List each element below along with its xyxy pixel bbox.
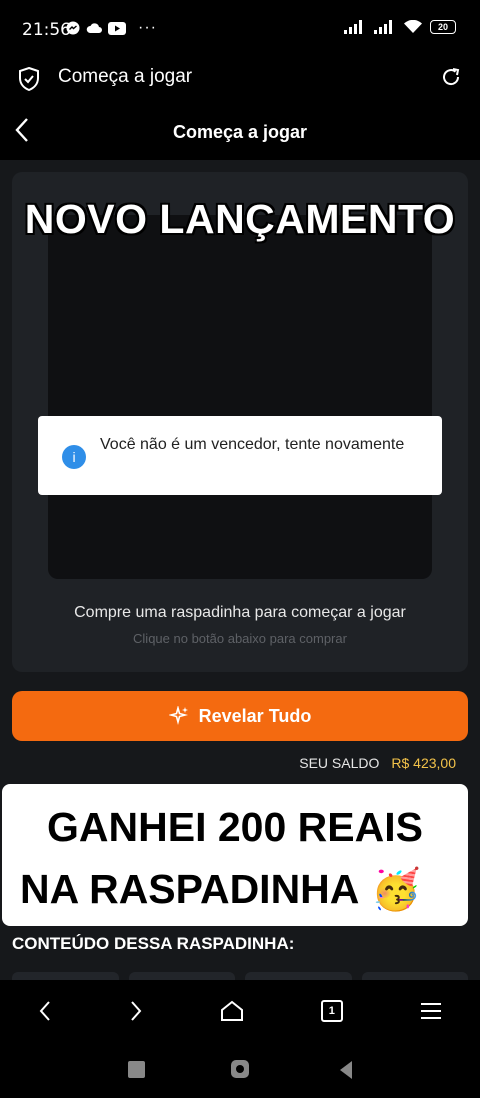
- prize-thumbnails: [12, 972, 468, 980]
- youtube-icon: [108, 21, 126, 35]
- party-face-emoji: 🥳: [371, 868, 422, 912]
- balance-value: R$ 423,00: [391, 755, 456, 771]
- toast-message: Você não é um vencedor, tente novamente: [100, 436, 405, 453]
- signal-icon-2: [374, 20, 392, 34]
- prize-thumbnail[interactable]: [128, 972, 235, 980]
- reload-icon[interactable]: [440, 66, 462, 88]
- browser-bar: Começa a jogar: [0, 58, 480, 100]
- toast-notification: i Você não é um vencedor, tente novament…: [38, 416, 442, 495]
- wifi-icon: [404, 20, 422, 33]
- page-header: Começa a jogar: [0, 104, 480, 160]
- page-title: Começa a jogar: [172, 122, 308, 142]
- banner-line-2-wrap: NA RASPADINHA 🥳: [20, 866, 421, 913]
- reveal-all-label: Revelar Tudo: [198, 705, 312, 726]
- browser-title[interactable]: Começa a jogar: [58, 66, 192, 88]
- system-icons: 20: [344, 20, 456, 34]
- home-system-icon[interactable]: [231, 1060, 249, 1078]
- forward-nav-icon[interactable]: [129, 999, 143, 1023]
- recents-icon[interactable]: [128, 1061, 145, 1078]
- back-system-icon[interactable]: [338, 1060, 354, 1080]
- sparkle-icon: [168, 706, 188, 726]
- home-icon[interactable]: [220, 1000, 244, 1022]
- banner-line-1: GANHEI 200 REAIS: [47, 804, 423, 850]
- menu-icon[interactable]: [420, 1002, 442, 1020]
- signal-icon: [344, 20, 362, 34]
- cloud-icon: [86, 23, 102, 33]
- buy-hint: Clique no botão abaixo para comprar: [133, 631, 347, 646]
- system-nav-bar: [0, 1042, 480, 1098]
- scratch-area[interactable]: [48, 215, 432, 579]
- banner-line-2: NA RASPADINHA: [20, 866, 360, 912]
- messenger-icon: [66, 21, 80, 35]
- status-time: 21:56: [22, 20, 71, 40]
- browser-bottom-nav: 1: [0, 980, 480, 1042]
- battery-icon: 20: [430, 20, 456, 34]
- buy-prompt: Compre uma raspadinha para começar a jog…: [74, 604, 406, 621]
- shield-icon[interactable]: [18, 67, 40, 91]
- status-bar: 21:56 ··· 20: [0, 0, 480, 58]
- section-title: CONTEÚDO DESSA RASPADINHA:: [12, 934, 295, 953]
- balance-label: SEU SALDO: [299, 755, 380, 771]
- overlay-banner-top: NOVO LANÇAMENTO: [24, 196, 456, 242]
- balance: SEU SALDO R$ 423,00: [299, 755, 456, 771]
- tabs-count-icon[interactable]: 1: [320, 1000, 343, 1022]
- reveal-all-button[interactable]: Revelar Tudo: [12, 691, 468, 741]
- info-icon: i: [62, 445, 86, 469]
- prize-thumbnail[interactable]: [245, 972, 352, 980]
- prize-thumbnail[interactable]: [12, 972, 119, 980]
- back-nav-icon[interactable]: [38, 999, 52, 1023]
- overlay-banner-bottom: GANHEI 200 REAIS NA RASPADINHA 🥳: [2, 784, 468, 926]
- more-notifications-icon: ···: [138, 19, 157, 36]
- notification-icons: ···: [66, 19, 157, 37]
- prize-thumbnail[interactable]: [361, 972, 468, 980]
